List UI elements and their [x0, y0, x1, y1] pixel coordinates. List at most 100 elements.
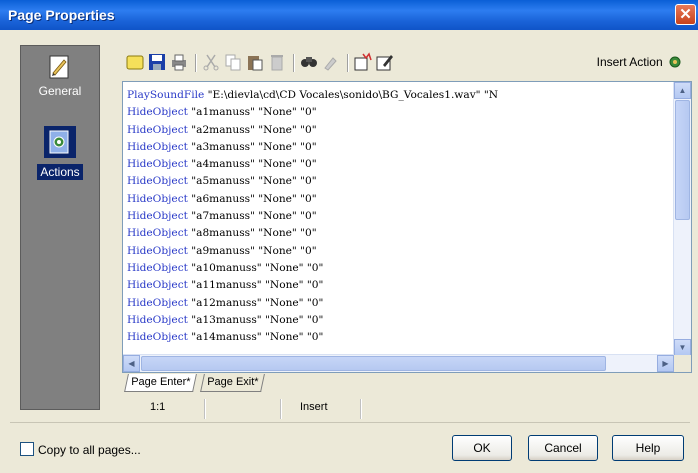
script-arguments: "a6manuss" "None" "0"	[187, 192, 317, 205]
page-properties-dialog: Page Properties ✕ General Actions Insert…	[0, 0, 698, 473]
divider	[10, 422, 690, 423]
insert-action-gear-icon	[669, 56, 681, 68]
script-command: HideObject	[127, 331, 188, 344]
script-command: HideObject	[127, 140, 188, 153]
actions-gear-icon	[49, 130, 69, 154]
script-command: HideObject	[127, 158, 188, 171]
scroll-left-button[interactable]: ◀	[123, 355, 140, 372]
horizontal-scrollbar[interactable]: ◀ ▶	[123, 354, 674, 372]
edit-icon[interactable]	[375, 52, 395, 72]
script-line[interactable]: HideObject "a13manuss" "None" "0"	[127, 312, 498, 329]
script-arguments: "a8manuss" "None" "0"	[187, 227, 317, 240]
scroll-down-button[interactable]: ▼	[674, 339, 691, 356]
script-arguments: "a3manuss" "None" "0"	[187, 140, 317, 153]
cut-icon[interactable]	[201, 52, 221, 72]
script-editor[interactable]: PlaySoundFile "E:\dievla\cd\CD Vocales\s…	[122, 81, 692, 373]
actions-icon-highlight	[44, 126, 76, 158]
copy-to-all-pages-checkbox[interactable]: Copy to all pages...	[20, 442, 141, 457]
script-command: PlaySoundFile	[127, 89, 205, 101]
window-title: Page Properties	[8, 7, 115, 23]
script-line[interactable]: HideObject "a4manuss" "None" "0"	[127, 156, 498, 173]
script-arguments: "a12manuss" "None" "0"	[187, 296, 324, 309]
script-command: HideObject	[127, 175, 188, 188]
save-icon[interactable]	[147, 52, 167, 72]
status-bar: 1:1 Insert	[122, 397, 692, 421]
script-line[interactable]: HideObject "a12manuss" "None" "0"	[127, 295, 498, 312]
help-button[interactable]: Help	[612, 435, 684, 461]
script-arguments: "a7manuss" "None" "0"	[187, 210, 317, 223]
general-page-icon	[49, 55, 69, 79]
script-line[interactable]: HideObject "a10manuss" "None" "0"	[127, 260, 498, 277]
scroll-right-button[interactable]: ▶	[657, 355, 674, 372]
delete-icon[interactable]	[267, 52, 287, 72]
script-line[interactable]: HideObject "a3manuss" "None" "0"	[127, 139, 498, 156]
new-action-icon[interactable]	[125, 52, 145, 72]
sidebar-item-label: Actions	[37, 164, 83, 180]
script-arguments: "a4manuss" "None" "0"	[187, 158, 317, 171]
script-arguments: "a9manuss" "None" "0"	[187, 244, 317, 257]
insert-action-label: Insert Action	[596, 55, 663, 69]
sidebar-item-general[interactable]: General	[21, 54, 99, 99]
script-line[interactable]: HideObject "a11manuss" "None" "0"	[127, 277, 498, 294]
tab-label: Page Exit*	[207, 376, 259, 388]
vertical-scrollbar[interactable]: ▲ ▼	[673, 82, 691, 356]
title-bar[interactable]: Page Properties ✕	[0, 0, 698, 30]
script-arguments: "a13manuss" "None" "0"	[187, 313, 324, 326]
toolbar-separator	[293, 54, 295, 72]
script-line[interactable]: HideObject "a8manuss" "None" "0"	[127, 225, 498, 242]
find-icon[interactable]	[299, 52, 319, 72]
script-command: HideObject	[127, 227, 188, 240]
script-text[interactable]: PlaySoundFile "E:\dievla\cd\CD Vocales\s…	[127, 87, 498, 346]
toolbar-separator	[195, 54, 197, 72]
script-command: HideObject	[127, 123, 188, 136]
scroll-up-button[interactable]: ▲	[674, 82, 691, 99]
sidebar-item-actions[interactable]: Actions	[21, 126, 99, 180]
status-separator	[280, 399, 282, 419]
ok-button[interactable]: OK	[452, 435, 512, 461]
script-line[interactable]: HideObject "a6manuss" "None" "0"	[127, 191, 498, 208]
toolbar: Insert Action	[125, 52, 690, 76]
script-line[interactable]: HideObject "a5manuss" "None" "0"	[127, 173, 498, 190]
script-command: HideObject	[127, 296, 188, 309]
tab-page-exit[interactable]: Page Exit*	[200, 374, 266, 392]
checkbox-box[interactable]	[20, 442, 34, 456]
script-command: HideObject	[127, 261, 188, 274]
replace-icon[interactable]	[321, 52, 341, 72]
script-command: HideObject	[127, 244, 188, 257]
sidebar-item-label: General	[38, 84, 82, 98]
script-arguments: "a10manuss" "None" "0"	[187, 261, 324, 274]
print-icon[interactable]	[169, 52, 189, 72]
copy-to-all-label: Copy to all pages...	[38, 443, 141, 457]
script-command: HideObject	[127, 192, 188, 205]
script-line[interactable]: PlaySoundFile "E:\dievla\cd\CD Vocales\s…	[127, 87, 498, 104]
script-line[interactable]: HideObject "a2manuss" "None" "0"	[127, 122, 498, 139]
script-arguments: "E:\dievla\cd\CD Vocales\sonido\BG_Vocal…	[204, 89, 499, 101]
script-line[interactable]: HideObject "a1manuss" "None" "0"	[127, 104, 498, 121]
script-command: HideObject	[127, 210, 188, 223]
status-separator	[204, 399, 206, 419]
status-separator	[360, 399, 362, 419]
script-line[interactable]: HideObject "a9manuss" "None" "0"	[127, 243, 498, 260]
cancel-button[interactable]: Cancel	[528, 435, 598, 461]
tab-page-enter[interactable]: Page Enter*	[124, 374, 198, 392]
script-arguments: "a14manuss" "None" "0"	[187, 331, 324, 344]
insert-script-icon[interactable]	[353, 52, 373, 72]
script-arguments: "a11manuss" "None" "0"	[187, 279, 324, 292]
script-line[interactable]: HideObject "a7manuss" "None" "0"	[127, 208, 498, 225]
script-arguments: "a1manuss" "None" "0"	[187, 106, 317, 119]
insert-action-button[interactable]: Insert Action	[597, 55, 684, 69]
paste-icon[interactable]	[245, 52, 265, 72]
script-arguments: "a5manuss" "None" "0"	[187, 175, 317, 188]
copy-icon[interactable]	[223, 52, 243, 72]
vertical-scroll-thumb[interactable]	[675, 100, 690, 220]
script-line[interactable]: HideObject "a14manuss" "None" "0"	[127, 329, 498, 346]
cursor-position: 1:1	[150, 401, 166, 413]
edit-mode: Insert	[300, 401, 328, 413]
script-command: HideObject	[127, 279, 188, 292]
sidebar: General Actions	[20, 45, 100, 410]
scrollbar-corner	[674, 355, 691, 372]
horizontal-scroll-thumb[interactable]	[141, 356, 606, 371]
script-command: HideObject	[127, 313, 188, 326]
tab-label: Page Enter*	[131, 376, 191, 388]
close-button[interactable]: ✕	[675, 4, 696, 25]
